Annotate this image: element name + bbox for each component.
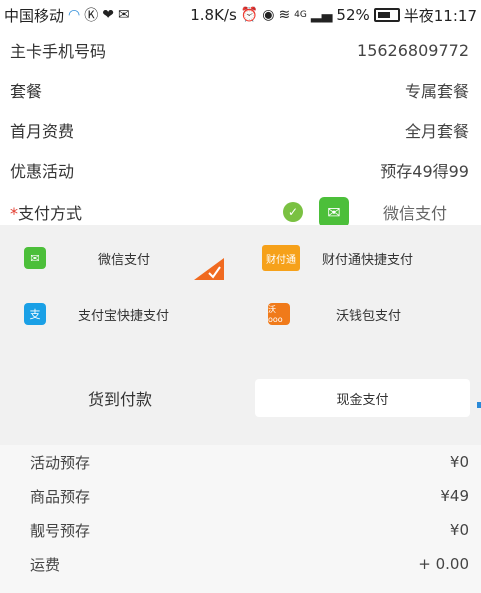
row-label: 套餐	[10, 82, 43, 101]
cell-signal-icon: ▂▄	[310, 7, 333, 23]
signal-ring-icon: ◠	[68, 7, 81, 23]
status-right: 1.8K/s ⏰ ◉ ≋ 4G ▂▄ 52% 半夜11:17	[190, 5, 477, 26]
payment-selected[interactable]: ✓ ✉ 微信支付	[282, 197, 469, 227]
row-phone-number: 主卡手机号码 15626809772	[0, 30, 481, 70]
fee-summary: 活动预存 ¥0 商品预存 ¥49 靓号预存 ¥0 运费 + 0.00	[0, 445, 481, 593]
summary-row-product-deposit: 商品预存 ¥49	[0, 479, 481, 513]
option-tenpay[interactable]: 财付通 财付通快捷支付	[262, 245, 413, 271]
summary-value: + 0.00	[418, 555, 469, 573]
wechat-icon: ✉	[24, 247, 46, 269]
summary-label: 商品预存	[30, 487, 91, 506]
payment-label-text: 支付方式	[18, 204, 83, 223]
k-app-icon: Ⓚ	[84, 8, 99, 24]
summary-row-activity-deposit: 活动预存 ¥0	[0, 445, 481, 479]
row-plan: 套餐 专属套餐	[0, 70, 481, 110]
heart-app-icon: ❤	[102, 7, 114, 23]
summary-label: 活动预存	[30, 453, 91, 472]
alipay-icon: 支	[24, 303, 46, 325]
row-label: 首月资费	[10, 122, 75, 141]
battery-percent: 52%	[336, 6, 370, 24]
option-label: 微信支付	[98, 252, 151, 268]
network-type: 4G	[294, 10, 307, 20]
summary-value: ¥0	[449, 453, 469, 471]
row-value: 专属套餐	[404, 82, 469, 101]
row-value: 预存49得99	[380, 162, 469, 181]
row-first-month-fee: 首月资费 全月套餐	[0, 110, 481, 150]
check-circle-icon: ✓	[282, 202, 303, 222]
payment-options-panel: ✉ 微信支付 财付通 财付通快捷支付 支 支付宝快捷支付 沃ooo 沃钱包支付 …	[0, 225, 481, 445]
status-bar: 中国移动 ◠ Ⓚ ❤ ✉ 1.8K/s ⏰ ◉ ≋ 4G ▂▄ 52% 半夜11…	[0, 0, 481, 30]
summary-label: 靓号预存	[30, 521, 91, 540]
summary-value: ¥49	[440, 487, 469, 505]
wifi-icon: ≋	[278, 7, 291, 23]
status-left: 中国移动 ◠ Ⓚ ❤ ✉	[4, 5, 130, 26]
cash-payment-tab[interactable]: 现金支付	[255, 379, 470, 417]
summary-label: 运费	[30, 555, 61, 574]
summary-row-number-deposit: 靓号预存 ¥0	[0, 513, 481, 547]
cash-on-delivery-tab[interactable]: 货到付款	[0, 379, 240, 417]
wechat-notify-icon: ✉	[117, 7, 130, 23]
wo-wallet-icon: 沃ooo	[268, 303, 290, 325]
alarm-icon: ⏰	[240, 7, 259, 23]
clock-time: 半夜11:17	[403, 6, 477, 25]
wechat-icon: ✉	[318, 197, 349, 227]
row-label: 主卡手机号码	[10, 42, 107, 61]
payment-label: *支付方式	[10, 200, 82, 224]
option-label: 财付通快捷支付	[322, 252, 414, 268]
summary-row-shipping: 运费 + 0.00	[0, 547, 481, 581]
option-label: 支付宝快捷支付	[78, 308, 170, 324]
row-label: 优惠活动	[10, 162, 75, 181]
option-label: 沃钱包支付	[336, 308, 402, 324]
net-speed: 1.8K/s	[190, 6, 237, 24]
battery-icon	[373, 8, 400, 22]
option-alipay[interactable]: 支 支付宝快捷支付	[24, 303, 169, 325]
selected-method-text: 微信支付	[382, 204, 447, 223]
option-wo-wallet[interactable]: 沃ooo 沃钱包支付	[268, 303, 401, 325]
row-value: 全月套餐	[404, 122, 469, 141]
selected-corner-check-icon	[194, 258, 224, 280]
carrier-name: 中国移动	[4, 6, 65, 25]
tenpay-logo-icon: 财付通	[262, 245, 300, 271]
row-value: 15626809772	[357, 40, 469, 60]
eye-icon: ◉	[262, 7, 275, 23]
row-promotion: 优惠活动 预存49得99	[0, 150, 481, 190]
option-wechat-pay[interactable]: ✉ 微信支付	[24, 247, 150, 269]
required-mark: *	[10, 204, 18, 223]
summary-value: ¥0	[449, 521, 469, 539]
scroll-indicator	[477, 402, 481, 408]
order-info: 主卡手机号码 15626809772 套餐 专属套餐 首月资费 全月套餐 优惠活…	[0, 30, 481, 234]
